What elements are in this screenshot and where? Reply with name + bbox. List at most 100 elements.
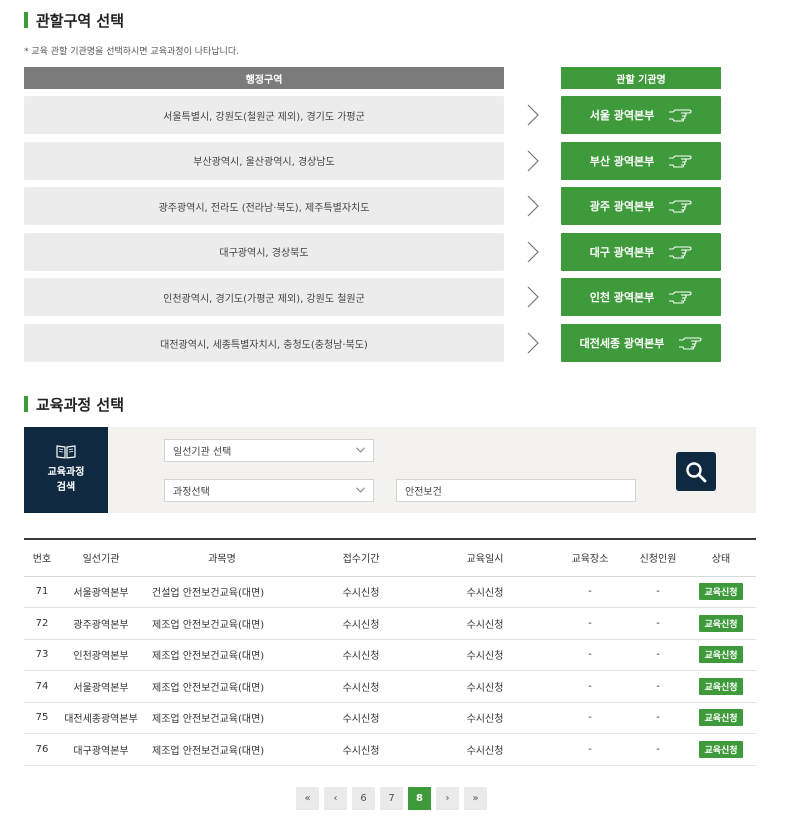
region-description: 대구광역시, 경상북도 — [24, 232, 504, 271]
agency-header: 관할 기관명 — [561, 67, 721, 89]
course-search-panel: 교육과정 검색 일선기관 선택 과정선택 — [24, 427, 756, 513]
course-select-value: 과정선택 — [173, 487, 210, 498]
apply-button[interactable]: 교육신청 — [699, 583, 743, 601]
pointing-hand-icon — [669, 109, 692, 122]
application-period-cell: 수시신청 — [302, 607, 420, 640]
table-row[interactable]: 75 대전세종광역본부 제조업 안전보건교육(대면) 수시신청 수시신청 - - 교육신청 — [24, 702, 756, 734]
chevron-right-icon — [527, 195, 539, 217]
agency-button-label: 부산 광역본부 — [589, 154, 655, 168]
agency-button[interactable]: 광주 광역본부 — [561, 187, 721, 226]
table-row[interactable]: 72 광주광역본부 제조업 안전보건교육(대면) 수시신청 수시신청 - - 교육신청 — [24, 607, 756, 640]
row-number: 71 — [24, 576, 60, 608]
column-header: 번호 — [24, 539, 60, 577]
application-period-cell: 수시신청 — [302, 702, 420, 734]
applicants-cell: - — [630, 702, 686, 734]
table-row[interactable]: 76 대구광역본부 제조업 안전보건교육(대면) 수시신청 수시신청 - - 교육신청 — [24, 733, 756, 766]
agency-button[interactable]: 대구 광역본부 — [561, 232, 721, 271]
chevron-right-icon — [527, 332, 539, 354]
region-section-title-text: 관할구역 선택 — [36, 11, 125, 30]
education-date-cell: 수시신청 — [420, 733, 550, 766]
status-cell: 교육신청 — [686, 639, 756, 671]
column-header: 접수기간 — [302, 539, 420, 577]
apply-button[interactable]: 교육신청 — [699, 646, 743, 664]
apply-button[interactable]: 교육신청 — [699, 614, 743, 632]
agency-button[interactable]: 대전세종 광역본부 — [561, 324, 721, 362]
location-cell: - — [550, 607, 630, 640]
table-row[interactable]: 73 인천광역본부 제조업 안전보건교육(대면) 수시신청 수시신청 - - 교육신청 — [24, 639, 756, 671]
region-description: 부산광역시, 울산광역시, 경상남도 — [24, 141, 504, 180]
page-button-7[interactable]: 7 — [380, 787, 403, 810]
location-cell: - — [550, 733, 630, 766]
agency-button[interactable]: 인천 광역본부 — [561, 278, 721, 317]
institution-select-value: 일선기관 선택 — [173, 447, 232, 458]
agency-button-label: 서울 광역본부 — [589, 109, 655, 122]
status-cell: 교육신청 — [686, 576, 756, 608]
region-section-title: 관할구역 선택 — [24, 10, 124, 30]
course-search-label: 교육과정 검색 — [24, 427, 108, 513]
keyword-input[interactable] — [396, 479, 636, 502]
applicants-cell: - — [630, 670, 686, 703]
table-row[interactable]: 74 서울광역본부 제조업 안전보건교육(대면) 수시신청 수시신청 - - 교육신청 — [24, 670, 756, 703]
region-row: 광주광역시, 전라도 (전라남·북도), 제주특별자치도 광주 광역본부 — [24, 187, 721, 226]
status-cell: 교육신청 — [686, 702, 756, 734]
status-cell: 교육신청 — [686, 607, 756, 640]
region-row: 부산광역시, 울산광역시, 경상남도 부산 광역본부 — [24, 141, 721, 180]
institution-cell: 서울광역본부 — [60, 670, 142, 703]
chevron-right-icon — [527, 150, 539, 172]
course-name-cell: 제조업 안전보건교육(대면) — [142, 702, 302, 734]
open-book-icon — [56, 445, 76, 459]
region-description: 광주광역시, 전라도 (전라남·북도), 제주특별자치도 — [24, 187, 504, 226]
search-button[interactable] — [676, 452, 716, 491]
agency-button[interactable]: 서울 광역본부 — [561, 96, 721, 134]
applicants-cell: - — [630, 733, 686, 766]
title-accent-bar — [24, 396, 28, 412]
education-date-cell: 수시신청 — [420, 576, 550, 608]
column-header: 교육일시 — [420, 539, 550, 577]
agency-button-label: 대전세종 광역본부 — [579, 337, 665, 350]
next-page-button[interactable]: › — [436, 787, 459, 810]
application-period-cell: 수시신청 — [302, 733, 420, 766]
pointing-hand-icon — [669, 200, 692, 213]
table-header-row: 번호 일선기관 과목명 접수기간 교육일시 교육장소 신청인원 상태 — [24, 539, 756, 577]
page-button-8[interactable]: 8 — [408, 787, 431, 810]
apply-button[interactable]: 교육신청 — [699, 740, 743, 758]
agency-button-label: 인천 광역본부 — [589, 291, 655, 305]
pagination: «‹ 6 7 8 ›» — [296, 787, 487, 810]
chevron-down-icon — [356, 447, 365, 453]
pointing-hand-icon — [669, 291, 692, 304]
last-page-button[interactable]: » — [464, 787, 487, 810]
application-period-cell: 수시신청 — [302, 670, 420, 703]
column-header: 신청인원 — [630, 539, 686, 577]
location-cell: - — [550, 702, 630, 734]
row-number: 72 — [24, 607, 60, 640]
prev-page-button[interactable]: ‹ — [324, 787, 347, 810]
chevron-right-icon — [527, 104, 539, 126]
course-select[interactable]: 과정선택 — [164, 479, 374, 502]
region-description: 인천광역시, 경기도(가평군 제외), 강원도 철원군 — [24, 278, 504, 317]
agency-button[interactable]: 부산 광역본부 — [561, 141, 721, 180]
institution-cell: 서울광역본부 — [60, 576, 142, 608]
course-name-cell: 제조업 안전보건교육(대면) — [142, 639, 302, 671]
page-button-6[interactable]: 6 — [352, 787, 375, 810]
region-note: * 교육 관할 기관명을 선택하시면 교육과정이 나타납니다. — [24, 47, 239, 57]
column-header: 상태 — [686, 539, 756, 577]
apply-button[interactable]: 교육신청 — [699, 677, 743, 695]
search-icon — [686, 461, 707, 482]
institution-select[interactable]: 일선기관 선택 — [164, 439, 374, 462]
chevron-right-icon — [527, 286, 539, 308]
region-description: 서울특별시, 강원도(철원군 제외), 경기도 가평군 — [24, 96, 504, 134]
row-number: 73 — [24, 639, 60, 671]
apply-button[interactable]: 교육신청 — [699, 709, 743, 727]
status-cell: 교육신청 — [686, 670, 756, 703]
chevron-right-icon — [527, 241, 539, 263]
table-row[interactable]: 71 서울광역본부 건설업 안전보건교육(대면) 수시신청 수시신청 - - 교육신청 — [24, 576, 756, 608]
title-accent-bar — [24, 12, 28, 28]
institution-cell: 인천광역본부 — [60, 639, 142, 671]
region-row: 대구광역시, 경상북도 대구 광역본부 — [24, 232, 721, 271]
course-table: 번호 일선기관 과목명 접수기간 교육일시 교육장소 신청인원 상태 71 서울광역본부 건설업 … — [24, 538, 756, 766]
location-cell: - — [550, 670, 630, 703]
first-page-button[interactable]: « — [296, 787, 319, 810]
row-number: 74 — [24, 670, 60, 703]
location-cell: - — [550, 639, 630, 671]
pointing-hand-icon — [669, 246, 692, 259]
